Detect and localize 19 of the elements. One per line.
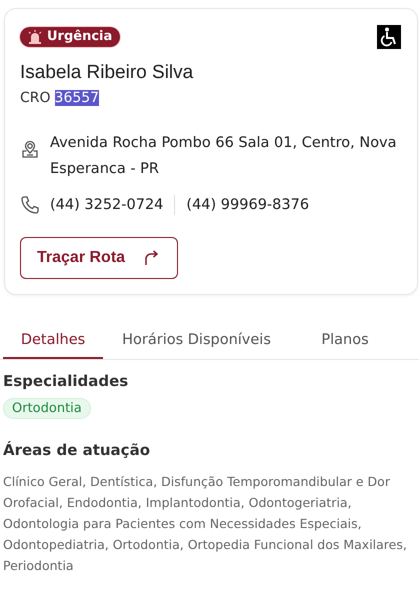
location-icon	[20, 140, 40, 160]
tab[interactable]: Detalhes	[3, 325, 103, 359]
address-text: Avenida Rocha Pombo 66 Sala 01, Centro, Nova Esperanca - PR	[50, 134, 398, 179]
cro-label: CRO	[20, 90, 51, 106]
phone-icon	[20, 195, 40, 215]
siren-icon	[27, 30, 43, 44]
section-title: Especialidades	[3, 372, 130, 390]
specialty-tag: Ortodontia	[3, 398, 91, 419]
turn-arrow-icon	[143, 250, 160, 266]
section-title: Áreas de atuação	[3, 441, 151, 459]
doctor-name: Isabela Ribeiro Silva	[20, 62, 194, 84]
tab[interactable]: Horários Disponíveis	[103, 325, 290, 359]
tab[interactable]: Planos	[290, 325, 400, 359]
urgency-badge: Urgência	[20, 27, 120, 47]
route-button[interactable]: Traçar Rota	[20, 237, 178, 279]
phone-number[interactable]: (44) 3252-0724	[50, 192, 164, 218]
areas-text: Clínico Geral, Dentística, Disfunção Temporomandibular e Dor Orofacial, Endodontia, Implantodontia, Odontogeriatria, Odontologia para Pacientes com Necessidades Especiais, Odontopediatria, Ortodontia, Ortopedia Funcional dos Maxilares, Periodontia	[3, 473, 408, 575]
phone-number[interactable]: (44) 99969-8376	[186, 192, 310, 218]
cro-number: 36557	[54, 90, 100, 106]
